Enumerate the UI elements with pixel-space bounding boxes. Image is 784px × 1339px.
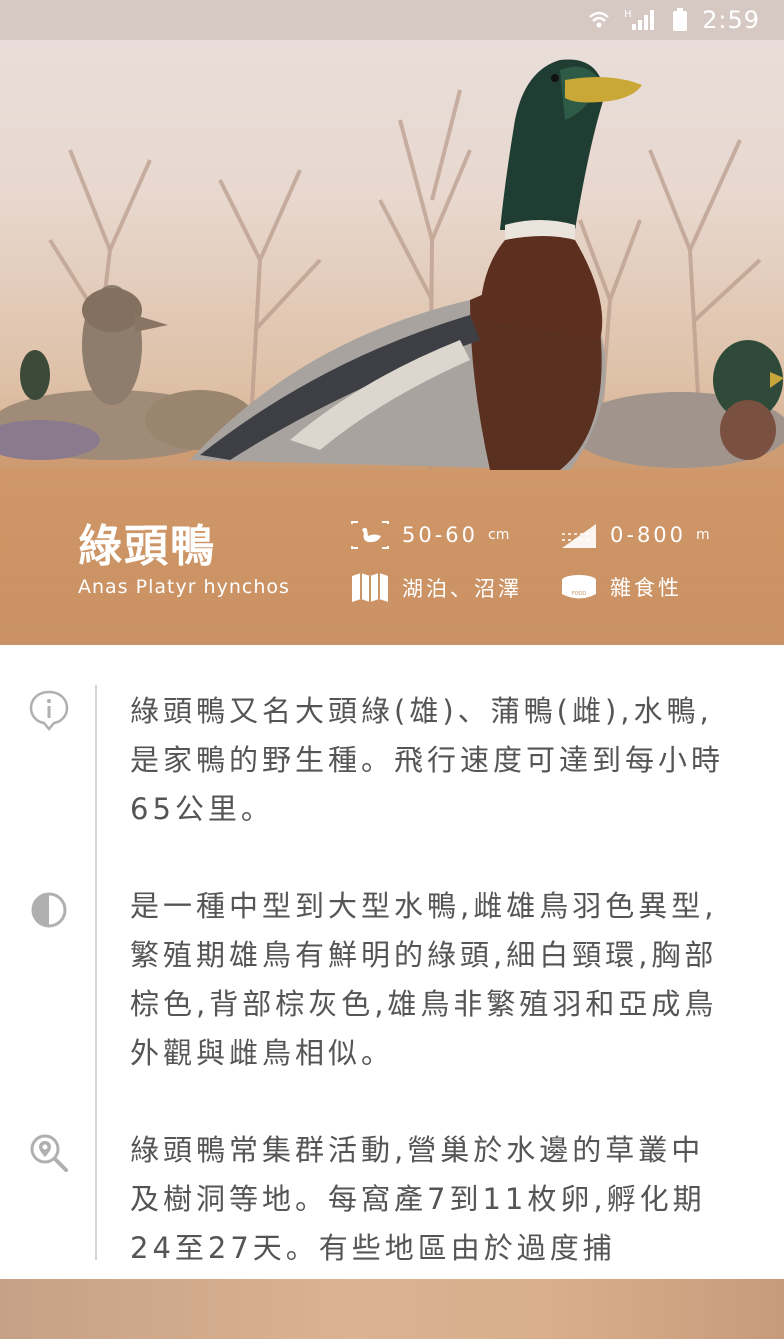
wifi-icon — [589, 11, 609, 28]
fact-habitat-value: 湖泊、沼澤 — [402, 577, 522, 601]
species-name-en: Anas Platyr hynchos — [78, 576, 290, 598]
species-info-panel: 綠頭鴨 Anas Platyr hynchos 50-60 cm 0-800 m… — [0, 470, 784, 645]
species-name-zh: 綠頭鴨 — [78, 521, 216, 572]
fact-size: 50-60 cm — [350, 520, 509, 550]
timeline-divider — [95, 685, 97, 1260]
altitude-icon — [562, 524, 596, 548]
signal-icon: H — [624, 9, 655, 30]
food-icon-label: FOOD — [572, 591, 587, 597]
info-icon — [29, 690, 69, 731]
fact-diet: FOOD 雜食性 — [560, 572, 682, 602]
fact-habitat: 湖泊、沼澤 — [350, 572, 522, 604]
bird-size-icon — [351, 521, 389, 549]
fact-size-unit: cm — [488, 527, 510, 543]
fact-altitude-value: 0-800 — [610, 523, 687, 547]
bottom-image-strip — [0, 1279, 784, 1339]
section-3-text: 綠頭鴨常集群活動,營巢於水邊的草叢中及樹洞等地。每窩產7到11枚卵,孵化期24至… — [130, 1133, 706, 1265]
hero-image: H 2:59 綠頭鴨 Anas Platyr hynchos 50-60 cm — [0, 0, 784, 645]
species-description[interactable]: 綠頭鴨又名大頭綠(雄)、蒲鴨(雌),水鴨,是家鴨的野生種。飛行速度可達到每小時6… — [0, 645, 784, 1278]
food-icon: FOOD — [562, 575, 596, 599]
location-search-icon — [30, 1134, 68, 1172]
battery-icon — [673, 8, 688, 31]
section-1-text: 綠頭鴨又名大頭綠(雄)、蒲鴨(雌),水鴨,是家鴨的野生種。飛行速度可達到每小時6… — [130, 694, 725, 826]
fact-altitude: 0-800 m — [560, 520, 710, 550]
fact-diet-value: 雜食性 — [610, 576, 682, 600]
fact-altitude-unit: m — [696, 527, 710, 543]
map-icon — [352, 573, 388, 602]
svg-text:H: H — [624, 9, 632, 20]
section-2-text: 是一種中型到大型水鴨,雌雄鳥羽色異型,繁殖期雄鳥有鮮明的綠頭,細白頸環,胸部棕色… — [130, 889, 718, 1070]
status-time: 2:59 — [702, 6, 760, 34]
fact-size-value: 50-60 — [402, 523, 479, 547]
status-bar: H 2:59 — [0, 0, 784, 40]
contrast-icon — [31, 892, 67, 928]
